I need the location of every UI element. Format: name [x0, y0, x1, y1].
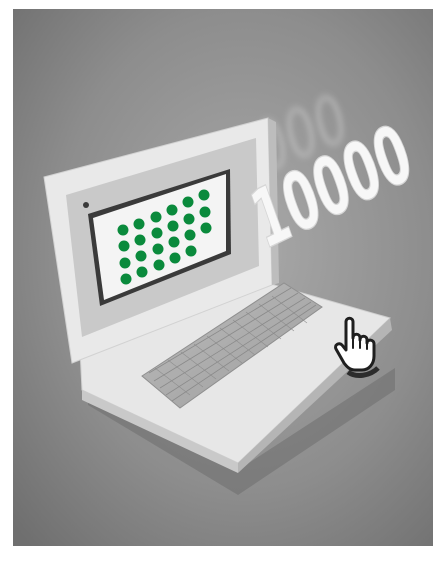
screen-dot	[168, 236, 180, 248]
screen-dot	[200, 222, 212, 234]
screen-dot	[166, 204, 178, 216]
screen-dot	[118, 240, 130, 252]
screen-dot	[134, 234, 146, 246]
screen-dot	[167, 220, 179, 232]
screen-dot	[185, 245, 197, 257]
screen-dot	[169, 252, 181, 264]
screen-dot	[152, 243, 164, 255]
screen-dot	[119, 257, 131, 269]
screen-dot	[198, 189, 210, 201]
scene: 10000	[0, 0, 444, 563]
screen-dot	[150, 211, 162, 223]
screen-dot	[151, 227, 163, 239]
screen-dot	[136, 266, 148, 278]
screen-dot	[153, 259, 165, 271]
screen-dot	[120, 273, 132, 285]
screen-dot	[183, 213, 195, 225]
screen-dot	[199, 206, 211, 218]
screen-dot	[133, 218, 145, 230]
screen-dot	[117, 224, 129, 236]
screen-dot	[135, 250, 147, 262]
screen-dot	[182, 196, 194, 208]
screen-dot	[184, 229, 196, 241]
